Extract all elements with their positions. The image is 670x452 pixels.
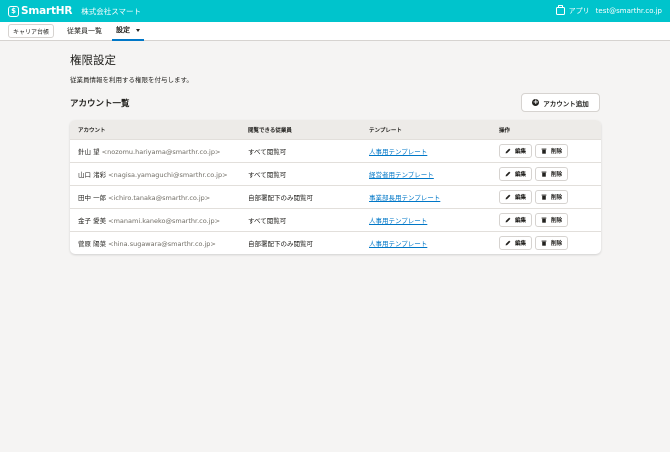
career-ledger-button[interactable]: キャリア台帳	[8, 24, 55, 38]
plus-circle-icon: +	[532, 98, 540, 106]
sub-navigation: キャリア台帳 従業員一覧 設定	[0, 22, 670, 41]
scope-cell: 自部署配下のみ閲覧可	[248, 194, 313, 202]
nav-settings-label: 設定	[116, 26, 131, 34]
apps-menu-button[interactable]: アプリ	[555, 5, 590, 16]
table-row: 金子 愛美 <manami.kaneko@smarthr.co.jp> すべて閲…	[70, 208, 601, 231]
template-link[interactable]: 事業部長用テンプレート	[369, 194, 440, 202]
edit-button[interactable]: 編集	[499, 190, 533, 204]
nav-employee-list[interactable]: 従業員一覧	[67, 22, 102, 41]
add-account-button[interactable]: + アカウント追加	[521, 93, 600, 112]
template-link[interactable]: 人事用テンプレート	[369, 217, 427, 225]
pencil-icon	[505, 217, 511, 223]
scope-cell: すべて閲覧可	[248, 171, 287, 179]
edit-button[interactable]: 編集	[499, 144, 533, 158]
trash-icon	[541, 217, 547, 223]
pencil-icon	[505, 240, 511, 246]
table-row: 山口 渚彩 <nagisa.yamaguchi@smarthr.co.jp> す…	[70, 162, 601, 185]
delete-button[interactable]: 削除	[535, 236, 569, 250]
account-cell: 山口 渚彩 <nagisa.yamaguchi@smarthr.co.jp>	[70, 169, 248, 179]
nav-settings-dropdown[interactable]: 設定	[112, 22, 145, 41]
delete-button[interactable]: 削除	[535, 190, 569, 204]
edit-label: 編集	[515, 241, 527, 247]
company-name: 株式会社スマート	[81, 6, 142, 16]
template-link[interactable]: 経営者用テンプレート	[369, 171, 434, 179]
edit-label: 編集	[515, 172, 527, 178]
account-cell: 針山 望 <nozomu.hariyama@smarthr.co.jp>	[70, 146, 248, 156]
page-title: 権限設定	[70, 53, 116, 67]
table-row: 菅原 陽菜 <hina.sugawara@smarthr.co.jp> 自部署配…	[70, 231, 601, 254]
template-link[interactable]: 人事用テンプレート	[369, 148, 427, 156]
delete-label: 削除	[551, 195, 563, 201]
table-row: 田中 一郎 <ichiro.tanaka@smarthr.co.jp> 自部署配…	[70, 185, 601, 208]
trash-icon	[541, 148, 547, 154]
trash-icon	[541, 240, 547, 246]
smarthr-logo-icon: $	[8, 5, 19, 17]
logo-text: SmartHR	[21, 5, 73, 17]
delete-label: 削除	[551, 218, 563, 224]
user-menu-button[interactable]: test@smarthr.co.jp	[596, 7, 662, 15]
account-cell: 金子 愛美 <manami.kaneko@smarthr.co.jp>	[70, 215, 248, 225]
trash-icon	[541, 171, 547, 177]
account-table: アカウント 閲覧できる従業員 テンプレート 操作 針山 望 <nozomu.ha…	[70, 120, 601, 254]
template-link[interactable]: 人事用テンプレート	[369, 240, 427, 248]
account-email: <hina.sugawara@smarthr.co.jp>	[108, 240, 216, 248]
edit-label: 編集	[515, 149, 527, 155]
account-name: 田中 一郎	[78, 194, 107, 202]
pencil-icon	[505, 171, 511, 177]
delete-label: 削除	[551, 149, 563, 155]
delete-button[interactable]: 削除	[535, 213, 569, 227]
edit-button[interactable]: 編集	[499, 236, 533, 250]
trash-icon	[541, 194, 547, 200]
account-email: <nozomu.hariyama@smarthr.co.jp>	[101, 148, 221, 156]
delete-label: 削除	[551, 172, 563, 178]
page-description: 従業員情報を利用する権限を付与します。	[70, 76, 193, 84]
header-actions: 操作	[499, 127, 511, 134]
account-email: <manami.kaneko@smarthr.co.jp>	[108, 217, 221, 225]
account-cell: 菅原 陽菜 <hina.sugawara@smarthr.co.jp>	[70, 238, 248, 248]
caret-down-icon	[136, 28, 141, 32]
account-name: 金子 愛美	[78, 217, 107, 225]
section-title: アカウント一覧	[70, 99, 130, 109]
header-template: テンプレート	[369, 127, 402, 134]
edit-label: 編集	[515, 195, 527, 201]
pencil-icon	[505, 194, 511, 200]
smarthr-logo[interactable]: $ SmartHR	[8, 5, 72, 17]
account-name: 山口 渚彩	[78, 171, 107, 179]
scope-cell: すべて閲覧可	[248, 148, 287, 156]
account-email: <nagisa.yamaguchi@smarthr.co.jp>	[108, 171, 228, 179]
scope-cell: すべて閲覧可	[248, 217, 287, 225]
account-name: 菅原 陽菜	[78, 240, 107, 248]
pencil-icon	[505, 148, 511, 154]
header-scope: 閲覧できる従業員	[248, 127, 292, 134]
account-email: <ichiro.tanaka@smarthr.co.jp>	[108, 194, 211, 202]
scope-cell: 自部署配下のみ閲覧可	[248, 240, 313, 248]
briefcase-icon	[555, 5, 565, 15]
edit-button[interactable]: 編集	[499, 167, 533, 181]
delete-button[interactable]: 削除	[535, 167, 569, 181]
header-account: アカウント	[78, 127, 106, 134]
edit-button[interactable]: 編集	[499, 213, 533, 227]
account-cell: 田中 一郎 <ichiro.tanaka@smarthr.co.jp>	[70, 192, 248, 202]
table-row: 針山 望 <nozomu.hariyama@smarthr.co.jp> すべて…	[70, 139, 601, 162]
app-header: $ SmartHR 株式会社スマート アプリ test@smarthr.co.j…	[0, 0, 670, 22]
delete-label: 削除	[551, 241, 563, 247]
apps-label: アプリ	[568, 7, 590, 15]
add-account-label: アカウント追加	[543, 99, 589, 108]
edit-label: 編集	[515, 218, 527, 224]
table-header: アカウント 閲覧できる従業員 テンプレート 操作	[70, 120, 601, 139]
account-name: 針山 望	[78, 148, 100, 156]
delete-button[interactable]: 削除	[535, 144, 569, 158]
